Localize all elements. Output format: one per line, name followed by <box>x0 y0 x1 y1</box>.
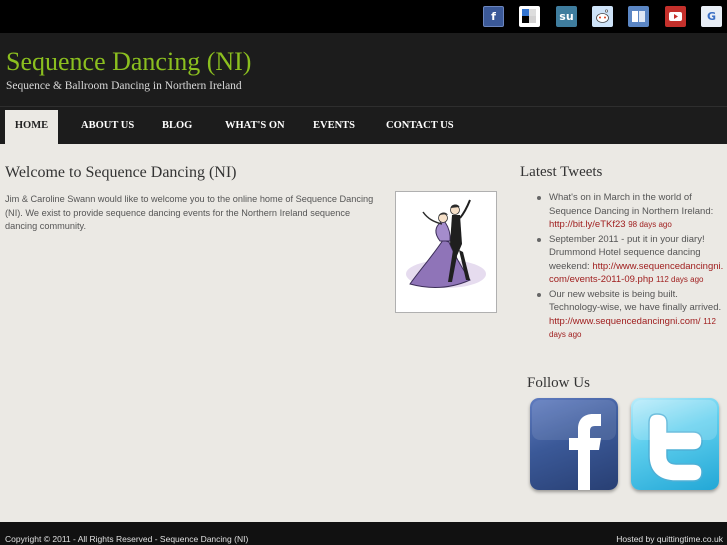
footer-hosted-by[interactable]: Hosted by quittingtime.co.uk <box>616 534 723 544</box>
tweet-item: September 2011 - put it in your diary! D… <box>537 233 727 287</box>
myspace-logo-icon <box>632 11 645 22</box>
nav-item-about-us[interactable]: ABOUT US <box>81 107 134 145</box>
nav-item-events[interactable]: EVENTS <box>313 107 355 145</box>
facebook-f-icon <box>532 400 616 490</box>
ballroom-dancers-image <box>395 191 497 313</box>
nav-item-home[interactable]: HOME <box>5 110 58 144</box>
myspace-share-icon[interactable] <box>628 6 649 27</box>
stumbleupon-glyph: su <box>559 10 574 23</box>
top-share-bar: f su G <box>0 0 727 33</box>
nav-item-contact-us[interactable]: CONTACT US <box>386 107 454 145</box>
tweet-list: What's on in March in the world of Seque… <box>537 191 727 343</box>
tweet-link[interactable]: http://bit.ly/eTKf23 <box>549 219 626 230</box>
dancers-illustration <box>406 199 486 288</box>
facebook-glyph: f <box>491 10 496 23</box>
page-heading: Welcome to Sequence Dancing (NI) <box>5 164 237 181</box>
site-title[interactable]: Sequence Dancing (NI) <box>6 47 251 77</box>
tweet-time[interactable]: 98 days ago <box>628 220 672 229</box>
google-glyph: G <box>706 10 717 23</box>
tweet-item: Our new website is being built. Technolo… <box>537 288 727 342</box>
main-nav: ABOUT US BLOG WHAT'S ON EVENTS CONTACT U… <box>0 106 727 144</box>
twitter-t-icon <box>633 400 717 482</box>
reddit-alien-icon <box>596 9 609 23</box>
latest-tweets-heading: Latest Tweets <box>520 164 603 180</box>
tweet-text: Our new website is being built. Technolo… <box>549 288 722 314</box>
delicious-share-icon[interactable] <box>519 6 540 27</box>
tweet-link[interactable]: http://www.sequencedancingni.com/ <box>549 316 701 327</box>
intro-text: Jim & Caroline Swann would like to welco… <box>5 194 374 231</box>
delicious-logo-icon <box>522 9 536 23</box>
facebook-share-icon[interactable]: f <box>483 6 504 27</box>
nav-item-whats-on[interactable]: WHAT'S ON <box>225 107 285 145</box>
twitter-follow-icon[interactable] <box>631 398 719 490</box>
google-share-icon[interactable]: G <box>701 6 722 27</box>
youtube-share-icon[interactable] <box>665 6 686 27</box>
nav-item-blog[interactable]: BLOG <box>162 107 192 145</box>
youtube-logo-icon <box>669 12 682 21</box>
footer-copyright: Copyright © 2011 - All Rights Reserved -… <box>5 534 249 544</box>
site-subtitle: Sequence & Ballroom Dancing in Northern … <box>6 80 242 92</box>
facebook-follow-icon[interactable] <box>530 398 618 490</box>
tweet-text: What's on in March in the world of Seque… <box>549 192 714 217</box>
reddit-share-icon[interactable] <box>592 6 613 27</box>
follow-us-heading: Follow Us <box>527 375 590 391</box>
stumbleupon-share-icon[interactable]: su <box>556 6 577 27</box>
tweet-time[interactable]: 112 days ago <box>656 275 703 284</box>
tweet-item: What's on in March in the world of Seque… <box>537 191 727 232</box>
